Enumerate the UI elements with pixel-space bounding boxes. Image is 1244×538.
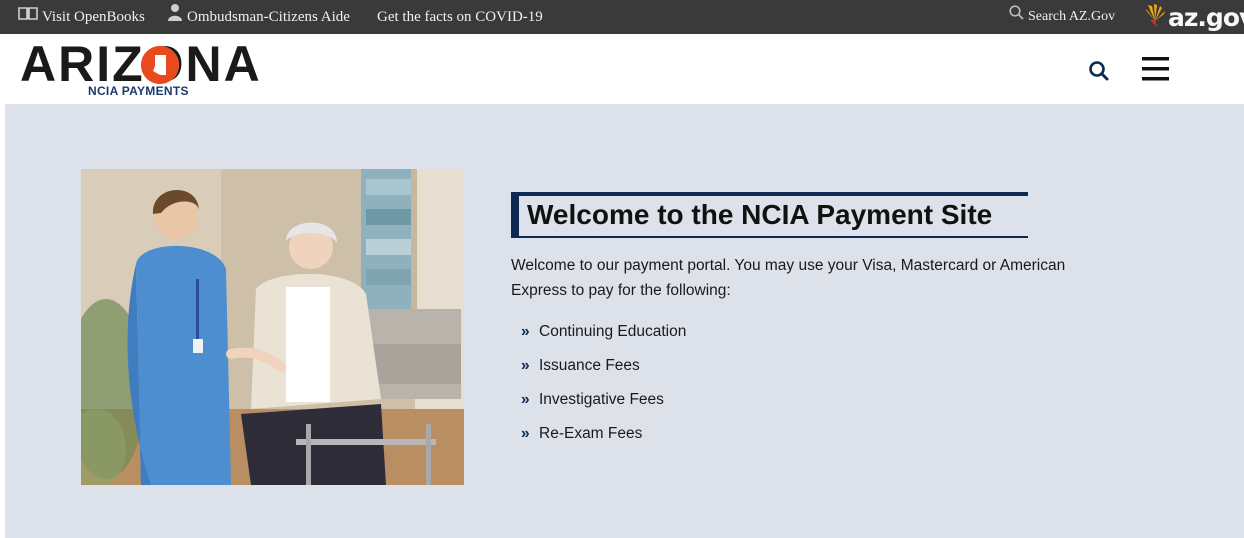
person-icon [167, 0, 183, 34]
list-item: » Issuance Fees [521, 355, 686, 389]
list-item: » Investigative Fees [521, 389, 686, 423]
covid-link[interactable]: Get the facts on COVID-19 [377, 0, 543, 34]
logo-subtitle: NCIA PAYMENTS [88, 84, 189, 98]
ombudsman-label: Ombudsman-Citizens Aide [187, 9, 350, 25]
site-header: ARIZONA NCIA PAYMENTS [0, 34, 1244, 104]
arizona-state-icon [140, 46, 179, 84]
sunburst-icon [1144, 3, 1166, 32]
welcome-heading-box: Welcome to the NCIA Payment Site [511, 192, 1028, 238]
fee-label: Issuance Fees [539, 357, 640, 374]
search-azgov-link[interactable]: Search AZ.Gov [1009, 0, 1115, 34]
search-azgov-label: Search AZ.Gov [1028, 9, 1116, 24]
book-icon [18, 0, 38, 34]
double-chevron-right-icon: » [521, 391, 530, 408]
double-chevron-right-icon: » [521, 357, 530, 374]
covid-label: Get the facts on COVID-19 [377, 9, 543, 25]
azgov-logo[interactable]: az.gov [1144, 2, 1244, 32]
hero-image [81, 169, 464, 485]
double-chevron-right-icon: » [521, 323, 530, 340]
azgov-logo-text: az.gov [1168, 2, 1244, 32]
openbooks-link[interactable]: Visit OpenBooks [18, 0, 145, 34]
fee-label: Continuing Education [539, 323, 687, 340]
double-chevron-right-icon: » [521, 425, 530, 442]
list-item: » Re-Exam Fees [521, 423, 686, 457]
intro-text: Welcome to our payment portal. You may u… [511, 257, 1066, 299]
list-item: » Continuing Education [521, 321, 686, 355]
fee-list: » Continuing Education » Issuance Fees »… [521, 321, 686, 457]
hamburger-menu-icon [1142, 57, 1169, 81]
hamburger-menu-button[interactable] [1141, 56, 1171, 82]
page-title: Welcome to the NCIA Payment Site [527, 199, 993, 230]
utility-bar: Visit OpenBooks Ombudsman-Citizens Aide … [0, 0, 1244, 34]
header-search-button[interactable] [1087, 59, 1111, 83]
fee-label: Investigative Fees [539, 391, 664, 408]
ombudsman-link[interactable]: Ombudsman-Citizens Aide [167, 0, 350, 34]
openbooks-label: Visit OpenBooks [42, 9, 145, 25]
search-icon [1089, 61, 1109, 81]
fee-label: Re-Exam Fees [539, 425, 643, 442]
arizona-logo[interactable]: ARIZONA NCIA PAYMENTS [20, 38, 260, 98]
search-icon [1009, 0, 1024, 34]
